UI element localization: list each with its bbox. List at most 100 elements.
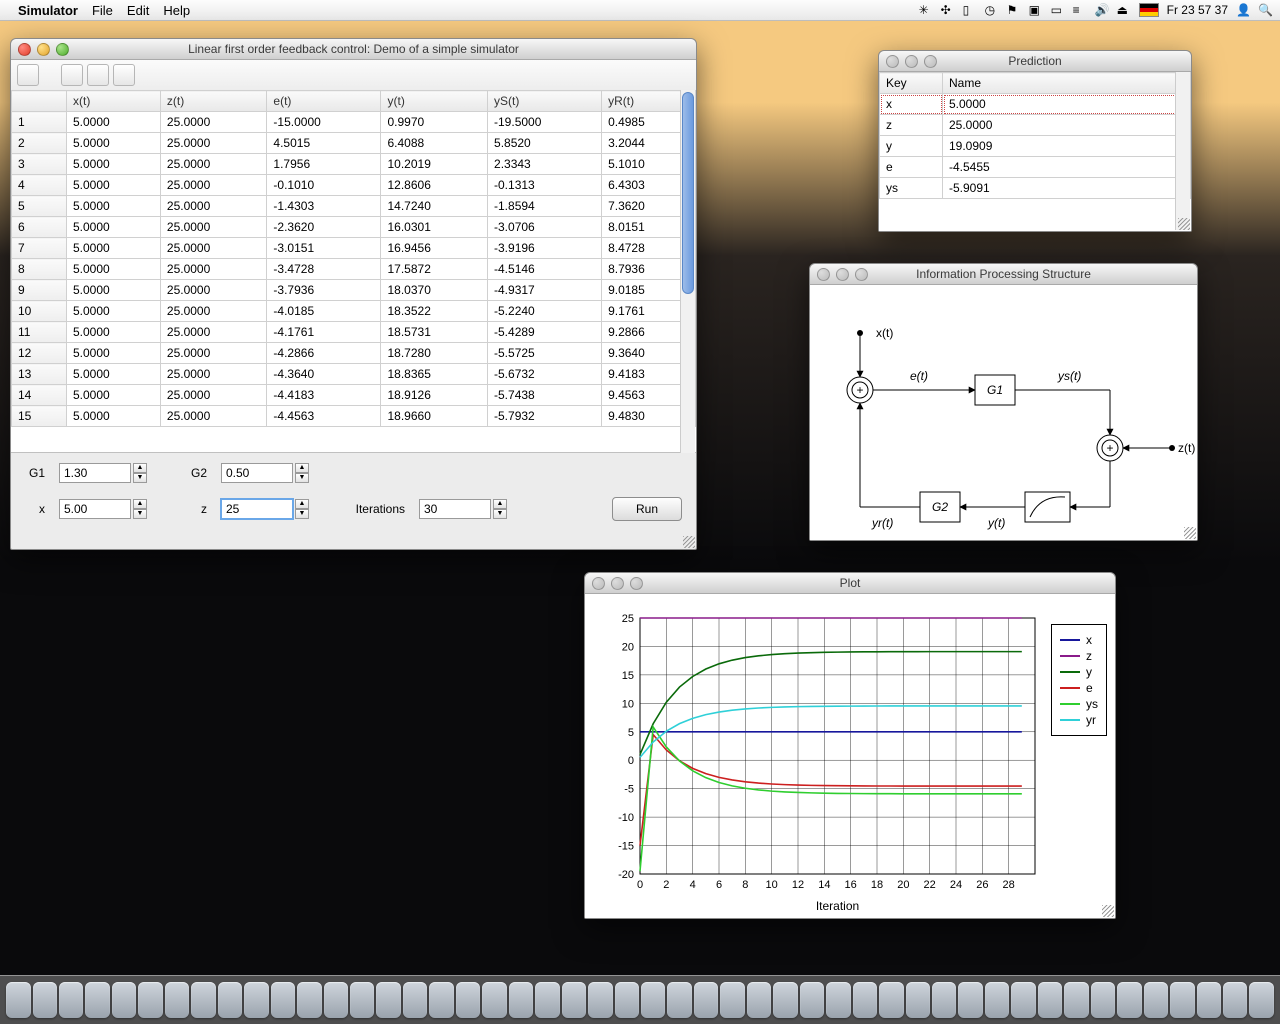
status-icon[interactable]: ✳︎ — [919, 3, 933, 17]
dock-app-icon[interactable] — [509, 982, 533, 1018]
stepper-up-icon[interactable]: ▲ — [133, 499, 147, 509]
table-row[interactable]: 125.000025.0000-4.286618.7280-5.57259.36… — [12, 343, 696, 364]
dock-app-icon[interactable] — [615, 982, 639, 1018]
dock-app-icon[interactable] — [826, 982, 850, 1018]
dock-app-icon[interactable] — [403, 982, 427, 1018]
dock-app-icon[interactable] — [667, 982, 691, 1018]
table-row[interactable]: ys-5.9091 — [880, 178, 1191, 199]
dock-app-icon[interactable] — [244, 982, 268, 1018]
close-icon[interactable] — [886, 55, 899, 68]
stepper-down-icon[interactable]: ▼ — [493, 509, 507, 519]
new-icon[interactable] — [17, 64, 39, 86]
dock-app-icon[interactable] — [958, 982, 982, 1018]
menu-file[interactable]: File — [92, 3, 113, 18]
column-header[interactable] — [12, 91, 67, 112]
dock-app-icon[interactable] — [853, 982, 877, 1018]
dock-app-icon[interactable] — [324, 982, 348, 1018]
dock-app-icon[interactable] — [138, 982, 162, 1018]
status-icon[interactable]: ⚑ — [1007, 3, 1021, 17]
resize-handle-icon[interactable] — [1178, 218, 1190, 230]
eject-icon[interactable]: ⏏ — [1117, 3, 1131, 17]
zoom-icon[interactable] — [924, 55, 937, 68]
dock-app-icon[interactable] — [985, 982, 1009, 1018]
close-icon[interactable] — [592, 577, 605, 590]
dock-app-icon[interactable] — [694, 982, 718, 1018]
minimize-icon[interactable] — [905, 55, 918, 68]
column-header[interactable]: y(t) — [381, 91, 488, 112]
dock-app-icon[interactable] — [1197, 982, 1221, 1018]
spotlight-icon[interactable]: 🔍 — [1258, 3, 1272, 17]
stepper-down-icon[interactable]: ▼ — [295, 509, 309, 519]
resize-handle-icon[interactable] — [1184, 527, 1196, 539]
dock-app-icon[interactable] — [1117, 982, 1141, 1018]
table-row[interactable]: 95.000025.0000-3.793618.0370-4.93179.018… — [12, 280, 696, 301]
table-row[interactable]: 65.000025.0000-2.362016.0301-3.07068.015… — [12, 217, 696, 238]
titlebar[interactable]: Prediction — [879, 51, 1191, 72]
dock-app-icon[interactable] — [1223, 982, 1247, 1018]
save-icon[interactable] — [87, 64, 109, 86]
table-row[interactable]: 45.000025.0000-0.101012.8606-0.13136.430… — [12, 175, 696, 196]
close-icon[interactable] — [18, 43, 31, 56]
column-header[interactable]: yS(t) — [488, 91, 602, 112]
table-row[interactable]: y19.0909 — [880, 136, 1191, 157]
table-row[interactable]: 15.000025.0000-15.00000.9970-19.50000.49… — [12, 112, 696, 133]
column-header[interactable]: e(t) — [267, 91, 381, 112]
dock-app-icon[interactable] — [1064, 982, 1088, 1018]
dock-app-icon[interactable] — [562, 982, 586, 1018]
menu-help[interactable]: Help — [163, 3, 190, 18]
volume-icon[interactable]: 🔊 — [1095, 3, 1109, 17]
dock-app-icon[interactable] — [85, 982, 109, 1018]
dock-app-icon[interactable] — [165, 982, 189, 1018]
dock[interactable] — [0, 975, 1280, 1024]
dock-app-icon[interactable] — [59, 982, 83, 1018]
menubar[interactable]: Simulator File Edit Help ✳︎ ✣ ▯ ◷ ⚑ ▣ ▭ … — [0, 0, 1280, 21]
dock-app-icon[interactable] — [773, 982, 797, 1018]
x-input[interactable] — [59, 499, 131, 519]
resize-handle-icon[interactable] — [683, 536, 695, 548]
table-row[interactable]: z25.0000 — [880, 115, 1191, 136]
resize-handle-icon[interactable] — [1102, 905, 1114, 917]
column-header[interactable]: Key — [880, 73, 943, 94]
zoom-icon[interactable] — [855, 268, 868, 281]
dock-app-icon[interactable] — [297, 982, 321, 1018]
dock-app-icon[interactable] — [191, 982, 215, 1018]
dock-app-icon[interactable] — [720, 982, 744, 1018]
table-row[interactable]: 55.000025.0000-1.430314.7240-1.85947.362… — [12, 196, 696, 217]
stepper-up-icon[interactable]: ▲ — [295, 463, 309, 473]
stepper-up-icon[interactable]: ▲ — [295, 499, 309, 509]
dock-app-icon[interactable] — [350, 982, 374, 1018]
stepper-up-icon[interactable]: ▲ — [133, 463, 147, 473]
zoom-icon[interactable] — [630, 577, 643, 590]
status-icon[interactable]: ✣ — [941, 3, 955, 17]
table-row[interactable]: 105.000025.0000-4.018518.3522-5.22409.17… — [12, 301, 696, 322]
table-row[interactable]: x5.0000 — [880, 94, 1191, 115]
document-icon[interactable] — [113, 64, 135, 86]
minimize-icon[interactable] — [836, 268, 849, 281]
table-row[interactable]: 35.000025.00001.795610.20192.33435.1010 — [12, 154, 696, 175]
table-row[interactable]: 135.000025.0000-4.364018.8365-5.67329.41… — [12, 364, 696, 385]
stepper-down-icon[interactable]: ▼ — [133, 473, 147, 483]
z-input[interactable] — [221, 499, 293, 519]
stepper-down-icon[interactable]: ▼ — [295, 473, 309, 483]
status-icon[interactable]: ▯ — [963, 3, 977, 17]
dock-app-icon[interactable] — [641, 982, 665, 1018]
status-icon[interactable]: ▣ — [1029, 3, 1043, 17]
column-header[interactable]: Name — [943, 73, 1191, 94]
dock-app-icon[interactable] — [747, 982, 771, 1018]
dock-app-icon[interactable] — [482, 982, 506, 1018]
zoom-icon[interactable] — [56, 43, 69, 56]
dock-app-icon[interactable] — [535, 982, 559, 1018]
flag-icon[interactable] — [1139, 3, 1159, 17]
dock-app-icon[interactable] — [932, 982, 956, 1018]
dock-app-icon[interactable] — [218, 982, 242, 1018]
dock-app-icon[interactable] — [33, 982, 57, 1018]
clock-icon[interactable]: ◷ — [985, 3, 999, 17]
user-icon[interactable]: 👤 — [1236, 3, 1250, 17]
minimize-icon[interactable] — [37, 43, 50, 56]
dock-app-icon[interactable] — [429, 982, 453, 1018]
titlebar[interactable]: Information Processing Structure — [810, 264, 1197, 285]
iterations-input[interactable] — [419, 499, 491, 519]
titlebar[interactable]: Plot — [585, 573, 1115, 594]
table-row[interactable]: e-4.5455 — [880, 157, 1191, 178]
menubar-clock[interactable]: Fr 23 57 37 — [1167, 3, 1228, 17]
